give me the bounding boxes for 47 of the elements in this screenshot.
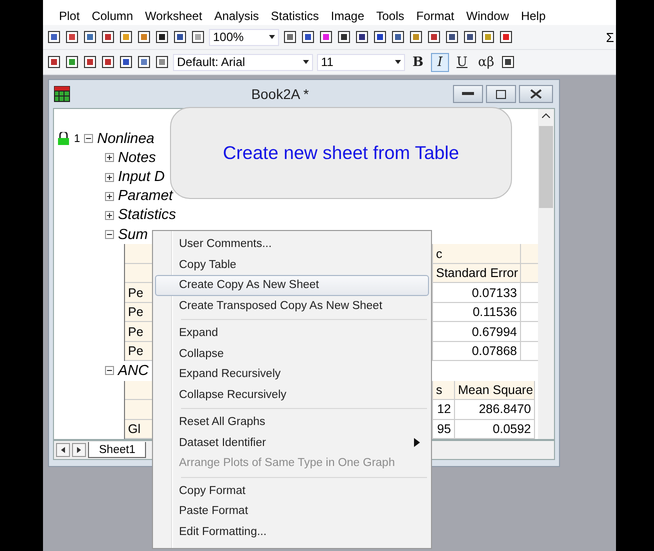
table-cell: 286.8470 bbox=[455, 400, 535, 420]
menu-option[interactable]: Copy Table bbox=[155, 254, 429, 275]
table-cell: 0.67994 bbox=[433, 322, 521, 342]
menu-item[interactable]: Tools bbox=[370, 9, 410, 25]
font-combo[interactable]: Default: Arial bbox=[173, 54, 313, 70]
table-header: Standard Error bbox=[433, 264, 521, 284]
format-button[interactable]: I bbox=[431, 52, 449, 72]
table-header: Mean Square bbox=[455, 380, 535, 400]
menu-item[interactable]: Help bbox=[514, 9, 552, 25]
menu-item[interactable]: Image bbox=[324, 9, 370, 25]
tree-node[interactable]: Sum bbox=[118, 226, 148, 243]
table-header: s bbox=[433, 380, 455, 400]
menu-option[interactable]: Create Copy As New Sheet bbox=[155, 275, 429, 296]
table-cell: 0.0592 bbox=[455, 420, 535, 439]
tree-node[interactable]: Statistics bbox=[118, 207, 176, 224]
menu-option[interactable]: Expand Recursively bbox=[155, 364, 429, 384]
table-cell: 0.07868 bbox=[433, 342, 521, 362]
report-title: Nonlinea bbox=[97, 130, 154, 147]
font-size-combo[interactable]: 11 bbox=[317, 54, 405, 70]
table-cell: 95 bbox=[433, 420, 455, 439]
menu-item[interactable]: Format bbox=[410, 9, 460, 25]
menu-item[interactable]: Statistics bbox=[264, 9, 325, 25]
format-button[interactable]: αβ bbox=[475, 52, 498, 72]
table-header: c bbox=[433, 244, 521, 264]
menu-option[interactable]: User Comments... bbox=[155, 234, 429, 254]
menu-option[interactable]: Edit Formatting... bbox=[155, 522, 429, 542]
menu-option[interactable]: Paste Format bbox=[155, 501, 429, 522]
menu-item[interactable]: Column bbox=[86, 9, 140, 25]
format-button[interactable]: U bbox=[453, 52, 471, 72]
menu-option[interactable]: Collapse Recursively bbox=[155, 384, 429, 405]
row-number: 1 bbox=[74, 132, 80, 145]
window-title: Book2A * bbox=[250, 86, 310, 102]
format-button[interactable]: B bbox=[409, 52, 427, 72]
tree-node[interactable]: Input D bbox=[118, 169, 165, 186]
table-cell: 0.07133 bbox=[433, 283, 521, 303]
menu-option[interactable]: Copy Format bbox=[155, 480, 429, 501]
menu-item[interactable]: Worksheet bbox=[139, 9, 208, 25]
menu-item[interactable]: Window bbox=[460, 9, 515, 25]
sheet-tab[interactable]: Sheet1 bbox=[88, 442, 146, 458]
menu-item[interactable]: Plot bbox=[53, 9, 86, 25]
zoom-combo[interactable]: 100% bbox=[209, 28, 279, 46]
tree-node[interactable]: ANC bbox=[118, 362, 149, 379]
table-cell: 0.11536 bbox=[433, 302, 521, 322]
table-cell: 12 bbox=[433, 400, 455, 420]
tree-node[interactable]: Notes bbox=[118, 150, 156, 166]
sigma-button[interactable]: Σ bbox=[606, 30, 616, 44]
menu-item[interactable]: Analysis bbox=[208, 9, 265, 25]
